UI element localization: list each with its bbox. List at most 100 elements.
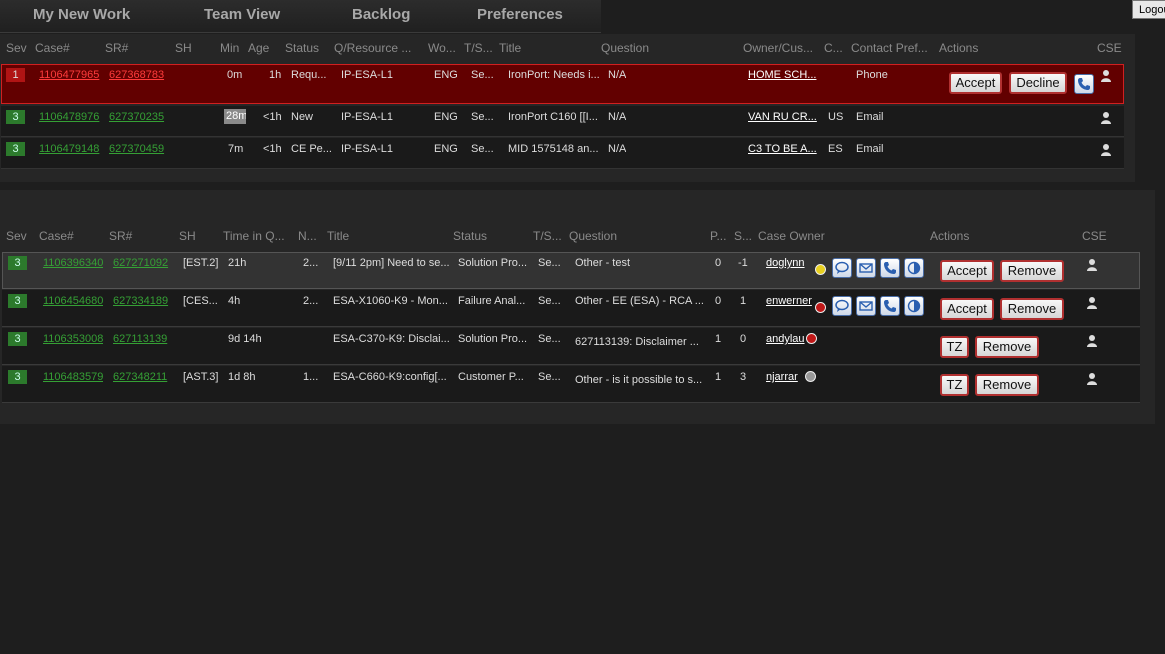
col-sh[interactable]: SH bbox=[179, 229, 204, 243]
col-sev[interactable]: Sev bbox=[6, 41, 30, 55]
person-icon[interactable] bbox=[1086, 334, 1098, 348]
presence-status-icon bbox=[805, 371, 816, 382]
owner-link[interactable]: C3 TO BE A... bbox=[748, 143, 818, 155]
col-question[interactable]: Question bbox=[569, 229, 649, 243]
sr-link[interactable]: 627370459 bbox=[109, 143, 167, 155]
case-owner-link[interactable]: njarrar bbox=[766, 371, 802, 383]
n-value: 2... bbox=[303, 257, 319, 269]
col-time-in-queue[interactable]: Time in Q... bbox=[223, 229, 293, 243]
queue-value: IP-ESA-L1 bbox=[341, 143, 393, 155]
col-question[interactable]: Question bbox=[601, 41, 681, 55]
col-min[interactable]: Min bbox=[220, 41, 244, 55]
remove-button[interactable]: Remove bbox=[975, 336, 1039, 358]
sr-link[interactable]: 627271092 bbox=[113, 257, 169, 269]
case-link[interactable]: 1106454680 bbox=[43, 295, 103, 307]
col-sr[interactable]: SR# bbox=[105, 41, 145, 55]
person-icon[interactable] bbox=[1100, 69, 1112, 83]
tab-my-new-work[interactable]: My New Work bbox=[33, 6, 130, 23]
ts-value: Se... bbox=[538, 257, 561, 269]
tab-backlog[interactable]: Backlog bbox=[352, 6, 410, 23]
email-icon[interactable] bbox=[856, 296, 876, 316]
col-country[interactable]: C... bbox=[824, 41, 846, 55]
col-n[interactable]: N... bbox=[298, 229, 324, 243]
title-value: MID 1575148 an... bbox=[508, 143, 599, 155]
sr-link[interactable]: 627370235 bbox=[109, 111, 167, 123]
decline-button[interactable]: Decline bbox=[1009, 72, 1067, 94]
accept-button[interactable]: Accept bbox=[940, 298, 994, 320]
country-value: US bbox=[828, 111, 844, 123]
case-owner-link[interactable]: andylau bbox=[766, 333, 806, 345]
col-wo[interactable]: Wo... bbox=[428, 41, 460, 55]
chat-icon[interactable] bbox=[832, 296, 852, 316]
tz-button[interactable]: TZ bbox=[940, 336, 969, 358]
phone-icon[interactable] bbox=[1074, 74, 1094, 94]
age-value: <1h bbox=[263, 143, 282, 155]
chat-icon[interactable] bbox=[832, 258, 852, 278]
min-value: 28m bbox=[224, 109, 246, 124]
time-in-queue-value: 9d 14h bbox=[228, 333, 262, 345]
col-status[interactable]: Status bbox=[453, 229, 513, 243]
accept-button[interactable]: Accept bbox=[940, 260, 994, 282]
col-status[interactable]: Status bbox=[285, 41, 329, 55]
email-icon[interactable] bbox=[856, 258, 876, 278]
sr-link[interactable]: 627113139 bbox=[113, 333, 169, 345]
remove-button[interactable]: Remove bbox=[975, 374, 1039, 396]
col-title[interactable]: Title bbox=[327, 229, 387, 243]
ts-value: Se... bbox=[471, 143, 494, 155]
col-sh[interactable]: SH bbox=[175, 41, 200, 55]
phone-icon[interactable] bbox=[880, 296, 900, 316]
col-s[interactable]: S... bbox=[734, 229, 754, 243]
p-value: 1 bbox=[715, 333, 722, 345]
case-link[interactable]: 1106477965 bbox=[39, 69, 101, 81]
remove-button[interactable]: Remove bbox=[1000, 260, 1064, 282]
col-ts[interactable]: T/S... bbox=[464, 41, 498, 55]
accept-button[interactable]: Accept bbox=[949, 72, 1002, 94]
case-link[interactable]: 1106479148 bbox=[39, 143, 101, 155]
ts-value: Se... bbox=[471, 69, 494, 81]
table-row[interactable] bbox=[2, 366, 1140, 403]
col-case[interactable]: Case# bbox=[39, 229, 79, 243]
col-queue[interactable]: Q/Resource ... bbox=[334, 41, 424, 55]
s-value: -1 bbox=[738, 257, 748, 269]
n-value: 1... bbox=[303, 371, 319, 383]
col-sev[interactable]: Sev bbox=[6, 229, 30, 243]
sr-link[interactable]: 627368783 bbox=[109, 69, 167, 81]
person-icon[interactable] bbox=[1086, 258, 1098, 272]
person-icon[interactable] bbox=[1086, 296, 1098, 310]
case-owner-link[interactable]: enwerner bbox=[766, 295, 816, 307]
person-icon[interactable] bbox=[1100, 111, 1112, 125]
owner-link[interactable]: VAN RU CR... bbox=[748, 111, 818, 123]
case-link[interactable]: 1106478976 bbox=[39, 111, 101, 123]
tab-preferences[interactable]: Preferences bbox=[477, 6, 563, 23]
col-actions: Actions bbox=[930, 229, 970, 243]
col-ts[interactable]: T/S... bbox=[533, 229, 567, 243]
person-icon[interactable] bbox=[1100, 143, 1112, 157]
col-case[interactable]: Case# bbox=[35, 41, 75, 55]
time-in-queue-value: 4h bbox=[228, 295, 241, 307]
case-owner-link[interactable]: doglynn bbox=[766, 257, 816, 269]
phone-icon[interactable] bbox=[880, 258, 900, 278]
case-link[interactable]: 1106396340 bbox=[43, 257, 103, 269]
logout-button[interactable]: Logout bbox=[1132, 0, 1165, 19]
col-p[interactable]: P... bbox=[710, 229, 730, 243]
col-contact[interactable]: Contact Pref... bbox=[851, 41, 937, 55]
person-icon[interactable] bbox=[1086, 372, 1098, 386]
sr-link[interactable]: 627348211 bbox=[113, 371, 169, 383]
case-link[interactable]: 1106483579 bbox=[43, 371, 103, 383]
status-contrast-icon[interactable] bbox=[904, 296, 924, 316]
sr-link[interactable]: 627334189 bbox=[113, 295, 169, 307]
owner-link[interactable]: HOME SCH... bbox=[748, 69, 818, 81]
tz-button[interactable]: TZ bbox=[940, 374, 969, 396]
col-sr[interactable]: SR# bbox=[109, 229, 149, 243]
table-row[interactable] bbox=[2, 328, 1140, 365]
col-owner[interactable]: Owner/Cus... bbox=[743, 41, 821, 55]
col-title[interactable]: Title bbox=[499, 41, 559, 55]
col-age[interactable]: Age bbox=[248, 41, 278, 55]
col-case-owner[interactable]: Case Owner bbox=[758, 229, 838, 243]
tab-team-view[interactable]: Team View bbox=[204, 6, 280, 23]
presence-status-icon bbox=[815, 302, 826, 313]
case-link[interactable]: 1106353008 bbox=[43, 333, 103, 345]
status-contrast-icon[interactable] bbox=[904, 258, 924, 278]
remove-button[interactable]: Remove bbox=[1000, 298, 1064, 320]
age-value: 1h bbox=[269, 69, 282, 81]
